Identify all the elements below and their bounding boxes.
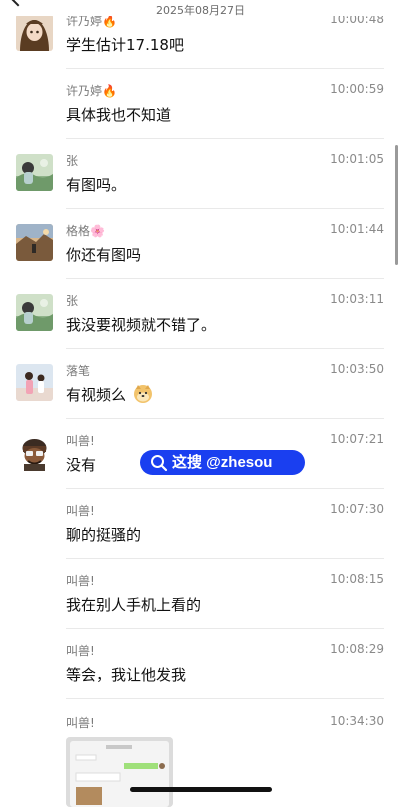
message-time: 10:08:15 xyxy=(330,572,384,586)
sender-name: 叫兽! xyxy=(66,716,95,730)
scrollbar[interactable] xyxy=(395,145,398,265)
sender-name: 落笔 xyxy=(66,364,91,378)
avatar[interactable] xyxy=(16,224,53,261)
message-text: 没有 xyxy=(66,456,97,474)
sender-name: 格格🌸 xyxy=(66,224,105,238)
message-time: 10:01:44 xyxy=(330,222,384,236)
sender-name: 叫兽! xyxy=(66,504,95,518)
message-time: 10:34:30 xyxy=(330,714,384,728)
sender-name: 叫兽! xyxy=(66,644,95,658)
message-time: 10:03:11 xyxy=(330,292,384,306)
message-list[interactable]: 许乃婷🔥 10:00:48 学生估计17.18吧 许乃婷🔥 10:00:59 具… xyxy=(0,0,401,807)
avatar[interactable] xyxy=(16,14,53,51)
divider xyxy=(66,628,384,629)
divider xyxy=(66,278,384,279)
message-text: 有视频么 xyxy=(66,384,153,408)
sender-name: 叫兽! xyxy=(66,434,95,448)
message-text: 有图吗。 xyxy=(66,176,127,194)
avatar[interactable] xyxy=(16,434,53,471)
chat-header: 2025年08月27日 xyxy=(0,0,401,17)
divider xyxy=(66,698,384,699)
avatar[interactable] xyxy=(16,154,53,191)
sender-name: 张 xyxy=(66,294,79,308)
avatar[interactable] xyxy=(16,294,53,331)
message-time: 10:07:30 xyxy=(330,502,384,516)
message-time: 10:07:21 xyxy=(330,432,384,446)
divider xyxy=(66,558,384,559)
message-text: 聊的挺骚的 xyxy=(66,526,142,544)
divider xyxy=(66,348,384,349)
message-text: 具体我也不知道 xyxy=(66,106,172,124)
message-time: 10:08:29 xyxy=(330,642,384,656)
watermark-badge: 这搜 @zhesou xyxy=(140,450,305,475)
divider xyxy=(66,138,384,139)
message-text: 等会，我让他发我 xyxy=(66,666,187,684)
watermark-text: 这搜 @zhesou xyxy=(172,454,273,471)
divider xyxy=(66,68,384,69)
image-message-thumbnail[interactable] xyxy=(66,737,173,807)
message-time: 10:01:05 xyxy=(330,152,384,166)
sender-name: 张 xyxy=(66,154,79,168)
sender-name: 叫兽! xyxy=(66,574,95,588)
divider xyxy=(66,488,384,489)
sender-name: 许乃婷🔥 xyxy=(66,84,117,98)
search-icon xyxy=(150,454,168,472)
message-text: 学生估计17.18吧 xyxy=(66,36,184,54)
message-text: 你还有图吗 xyxy=(66,246,142,264)
message-time: 10:00:59 xyxy=(330,82,384,96)
message-text: 我在别人手机上看的 xyxy=(66,596,202,614)
message-text: 我没要视频就不错了。 xyxy=(66,316,217,334)
header-date: 2025年08月27日 xyxy=(156,4,245,17)
avatar[interactable] xyxy=(16,364,53,401)
doge-emoji-icon xyxy=(133,384,153,408)
message-time: 10:03:50 xyxy=(330,362,384,376)
home-indicator[interactable] xyxy=(130,787,272,792)
divider xyxy=(66,208,384,209)
divider xyxy=(66,418,384,419)
